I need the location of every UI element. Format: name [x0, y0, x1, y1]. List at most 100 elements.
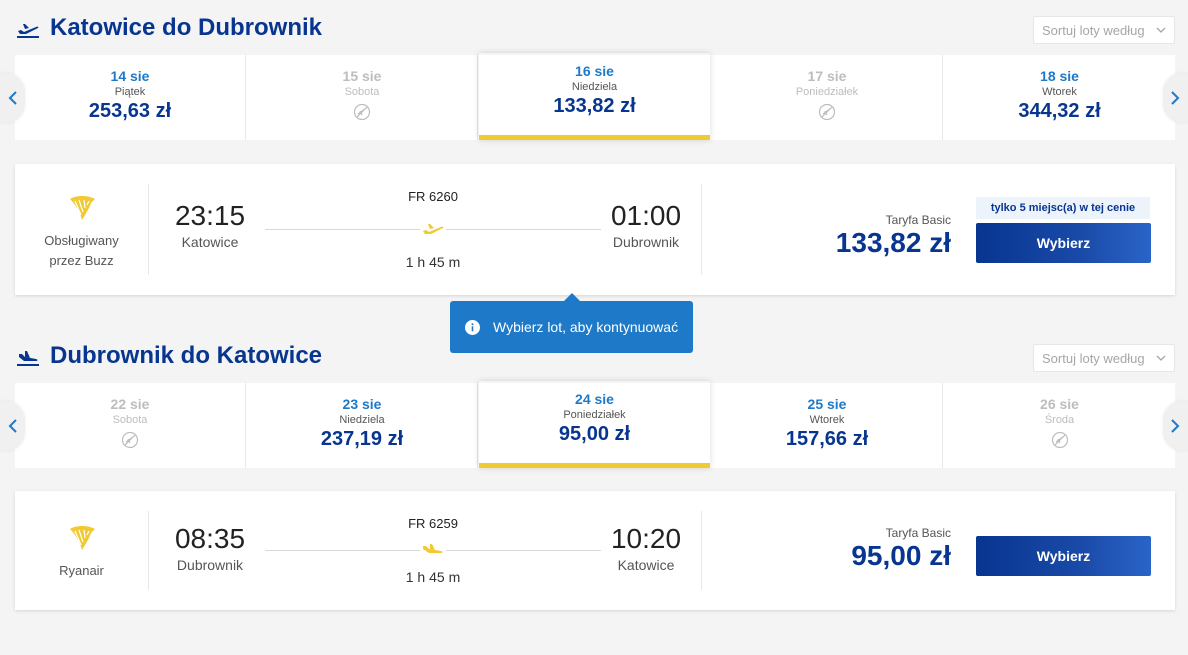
date-label: 23 sie [342, 396, 382, 412]
date-cell-22-sie: 22 sie Sobota [15, 383, 246, 468]
fare-label: Taryfa Basic [885, 213, 951, 227]
date-cell-24-sie[interactable]: 24 sie Poniedziałek 95,00 zł [479, 381, 710, 468]
date-label: 16 sie [575, 63, 614, 79]
weekday-label: Wtorek [1042, 86, 1077, 98]
fare-info: Taryfa Basic 133,82 zł [836, 213, 951, 259]
plane-takeoff-icon [420, 222, 446, 236]
departure-time: 08:35 [174, 523, 246, 554]
date-label: 18 sie [1040, 68, 1079, 84]
date-price: 344,32 zł [1018, 100, 1101, 122]
outbound-next-dates-button[interactable] [1163, 73, 1188, 123]
fare-label: Taryfa Basic [885, 526, 951, 540]
date-price: 237,19 zł [320, 428, 404, 450]
outbound-sort-select[interactable]: Sortuj loty według [1033, 16, 1175, 44]
date-cell-15-sie: 15 sie Sobota [247, 55, 478, 140]
select-flight-tooltip: Wybierz lot, aby kontynuować [450, 293, 693, 353]
flight-duration: 1 h 45 m [405, 569, 461, 585]
info-icon [465, 319, 480, 335]
date-cell-25-sie[interactable]: 25 sie Wtorek 157,66 zł [712, 383, 943, 468]
date-price: 157,66 zł [785, 428, 869, 450]
departure: 23:15 Katowice [165, 200, 255, 250]
fare-info: Taryfa Basic 95,00 zł [851, 526, 951, 572]
route-line [265, 222, 601, 236]
date-label: 24 sie [575, 391, 614, 407]
chevron-down-icon [1156, 27, 1166, 33]
ryanair-harp-icon [69, 526, 95, 550]
weekday-label: Poniedziałek [795, 86, 859, 98]
ryanair-harp-icon [69, 196, 95, 220]
weekday-label: Sobota [344, 86, 380, 98]
select-flight-button[interactable]: Wybierz [976, 223, 1151, 263]
weekday-label: Środa [1044, 414, 1075, 426]
outbound-header: Katowice do Dubrownik Sortuj loty według [0, 0, 1188, 55]
date-label: 26 sie [1040, 396, 1079, 412]
chevron-left-icon [8, 91, 17, 105]
arrival-city: Dubrownik [612, 234, 680, 250]
outbound-date-strip: 14 sie Piątek 253,63 zł 15 sie Sobota 16… [15, 55, 1175, 140]
flight-duration: 1 h 45 m [405, 254, 461, 270]
departure: 08:35 Dubrownik [165, 523, 255, 573]
chevron-right-icon [1171, 91, 1180, 105]
no-flight-icon [818, 103, 836, 121]
arrival: 01:00 Dubrownik [601, 200, 691, 250]
plane-takeoff-icon [17, 24, 39, 38]
departure-city: Katowice [181, 234, 239, 250]
divider [701, 184, 702, 275]
carrier-info: Ryanair [15, 511, 149, 590]
date-label: 14 sie [110, 68, 150, 84]
carrier-name: Ryanair [59, 563, 104, 578]
flight-times: FR 6259 08:35 Dubrownik 10:20 Katowice 1… [165, 491, 701, 610]
arrival-time: 01:00 [610, 200, 682, 231]
outbound-route-title: Katowice do Dubrownik [50, 14, 323, 41]
inbound-route-title: Dubrownik do Katowice [50, 342, 323, 369]
inbound-flight-card[interactable]: Ryanair FR 6259 08:35 Dubrownik 10:20 Ka… [15, 491, 1175, 610]
outbound-section: Katowice do Dubrownik Sortuj loty według… [0, 0, 1188, 295]
fare-price: 133,82 zł [835, 227, 951, 258]
weekday-label: Wtorek [809, 414, 845, 426]
date-label: 15 sie [342, 68, 382, 84]
date-cell-26-sie: 26 sie Środa [944, 383, 1175, 468]
chevron-down-icon [1156, 355, 1166, 361]
arrival: 10:20 Katowice [601, 523, 691, 573]
date-price: 95,00 zł [558, 423, 631, 445]
chevron-right-icon [1171, 419, 1180, 433]
plane-landing-icon [17, 351, 39, 366]
plane-landing-icon [420, 543, 446, 557]
inbound-date-strip: 22 sie Sobota 23 sie Niedziela 237,19 zł… [15, 383, 1175, 468]
weekday-label: Niedziela [339, 414, 385, 426]
weekday-label: Poniedziałek [563, 409, 626, 421]
date-label: 22 sie [110, 396, 150, 412]
flight-times: FR 6260 23:15 Katowice 01:00 Dubrownik 1… [165, 164, 701, 295]
weekday-label: Niedziela [571, 81, 618, 93]
sort-select-label: Sortuj loty według [1042, 350, 1145, 366]
tooltip-text: Wybierz lot, aby kontynuować [493, 319, 679, 335]
route-line [265, 543, 601, 557]
no-flight-icon [1051, 431, 1068, 449]
date-price: 133,82 zł [553, 95, 636, 117]
sort-select-label: Sortuj loty według [1042, 22, 1145, 38]
no-flight-icon [353, 103, 371, 121]
departure-time: 23:15 [174, 200, 246, 231]
no-flight-icon [121, 431, 139, 449]
arrival-time: 10:20 [610, 523, 682, 554]
date-cell-14-sie[interactable]: 14 sie Piątek 253,63 zł [15, 55, 246, 140]
chevron-left-icon [8, 419, 17, 433]
date-cell-17-sie: 17 sie Poniedziałek [712, 55, 943, 140]
date-label: 17 sie [807, 68, 847, 84]
seats-left-badge: tylko 5 miejsc(a) w tej cenie [976, 197, 1150, 219]
fare-price: 95,00 zł [851, 540, 951, 571]
date-cell-16-sie[interactable]: 16 sie Niedziela 133,82 zł [479, 53, 710, 140]
weekday-label: Piątek [114, 86, 146, 98]
date-label: 25 sie [807, 396, 847, 412]
outbound-flight-card[interactable]: Obsługiwany przez Buzz FR 6260 23:15 Kat… [15, 164, 1175, 295]
weekday-label: Sobota [112, 414, 148, 426]
inbound-next-dates-button[interactable] [1163, 401, 1188, 451]
date-cell-23-sie[interactable]: 23 sie Niedziela 237,19 zł [247, 383, 478, 468]
inbound-sort-select[interactable]: Sortuj loty według [1033, 344, 1175, 372]
date-price: 253,63 zł [88, 100, 172, 122]
divider [701, 511, 702, 590]
date-cell-18-sie[interactable]: 18 sie Wtorek 344,32 zł [944, 55, 1175, 140]
carrier-name: Obsługiwany przez Buzz [44, 233, 119, 268]
select-flight-button[interactable]: Wybierz [976, 536, 1151, 576]
carrier-info: Obsługiwany przez Buzz [15, 184, 149, 275]
